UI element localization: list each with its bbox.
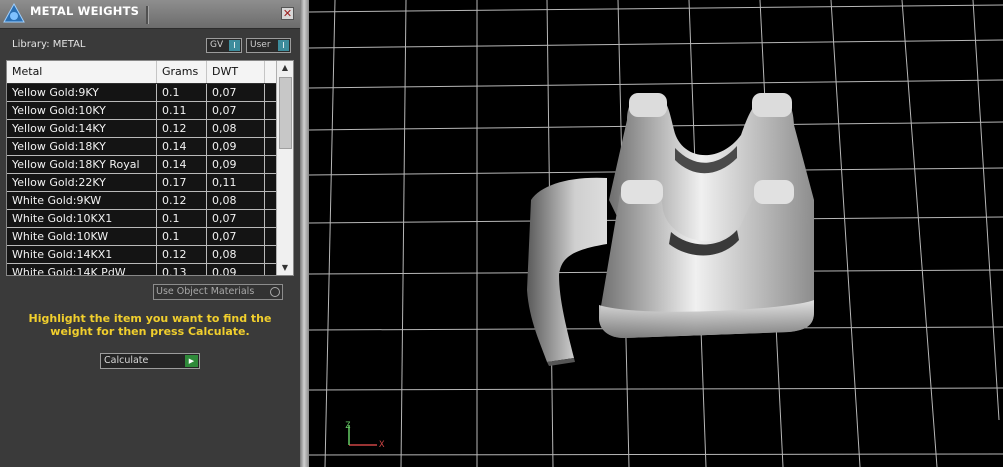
axis-x-label: X xyxy=(379,440,385,450)
cell-dwt: 0,07 xyxy=(207,102,265,119)
cell-dwt: 0,09 xyxy=(207,264,265,275)
cell-grams: 0.12 xyxy=(157,192,207,209)
cell-dwt: 0,08 xyxy=(207,192,265,209)
metal-part-model[interactable] xyxy=(527,93,814,366)
table-row[interactable]: White Gold:9KW 0.12 0,08 xyxy=(7,192,277,210)
cell-grams: 0.1 xyxy=(157,84,207,101)
cell-metal: White Gold:14K PdW xyxy=(7,264,157,275)
cell-grams: 0.13 xyxy=(157,264,207,275)
panel-title: METAL WEIGHTS xyxy=(30,4,140,18)
instruction-text: Highlight the item you want to find the … xyxy=(28,312,272,338)
table-scrollbar[interactable]: ▲ ▼ xyxy=(276,61,293,275)
table-row[interactable]: Yellow Gold:9KY 0.1 0,07 xyxy=(7,84,277,102)
cell-grams: 0.12 xyxy=(157,120,207,137)
cell-dwt: 0,07 xyxy=(207,228,265,245)
library-label: Library: METAL xyxy=(12,39,86,50)
close-button[interactable]: ✕ xyxy=(281,7,294,20)
app-logo-icon xyxy=(3,2,25,23)
table-row[interactable]: Yellow Gold:22KY 0.17 0,11 xyxy=(7,174,277,192)
table-row[interactable]: White Gold:14K PdW 0.13 0,09 xyxy=(7,264,277,275)
cell-metal: White Gold:14KX1 xyxy=(7,246,157,263)
table-row[interactable]: Yellow Gold:18KY Royal 0.14 0,09 xyxy=(7,156,277,174)
cell-grams: 0.11 xyxy=(157,102,207,119)
cell-dwt: 0,08 xyxy=(207,120,265,137)
metal-weights-panel: METAL WEIGHTS ✕ Library: METAL GV I User… xyxy=(0,0,300,467)
cell-dwt: 0,09 xyxy=(207,156,265,173)
user-toggle[interactable]: User I xyxy=(246,38,291,53)
gv-toggle-label: GV xyxy=(210,40,224,50)
radio-icon[interactable] xyxy=(270,287,280,297)
cell-dwt: 0,07 xyxy=(207,84,265,101)
cell-grams: 0.14 xyxy=(157,156,207,173)
cell-dwt: 0,11 xyxy=(207,174,265,191)
title-separator xyxy=(146,6,149,24)
table-row[interactable]: Yellow Gold:10KY 0.11 0,07 xyxy=(7,102,277,120)
cell-grams: 0.12 xyxy=(157,246,207,263)
play-arrow-icon: ▶ xyxy=(185,355,198,367)
panel-splitter[interactable] xyxy=(300,0,309,467)
cell-grams: 0.17 xyxy=(157,174,207,191)
table-row[interactable]: Yellow Gold:18KY 0.14 0,09 xyxy=(7,138,277,156)
viewport-canvas xyxy=(309,0,1003,467)
cell-dwt: 0,07 xyxy=(207,210,265,227)
column-header-dwt[interactable]: DWT xyxy=(207,61,265,83)
table-row[interactable]: White Gold:14KX1 0.12 0,08 xyxy=(7,246,277,264)
table-header: Metal Grams DWT xyxy=(7,61,277,83)
table-body: Yellow Gold:9KY 0.1 0,07 Yellow Gold:10KY 0.… xyxy=(7,84,277,275)
cell-dwt: 0,09 xyxy=(207,138,265,155)
scroll-up-icon[interactable]: ▲ xyxy=(277,61,293,75)
cell-metal: White Gold:10KX1 xyxy=(7,210,157,227)
column-header-metal[interactable]: Metal xyxy=(7,61,157,83)
scrollbar-thumb[interactable] xyxy=(279,77,292,149)
table-row[interactable]: Yellow Gold:14KY 0.12 0,08 xyxy=(7,120,277,138)
calculate-button[interactable]: Calculate ▶ xyxy=(100,353,200,369)
table-row[interactable]: White Gold:10KW 0.1 0,07 xyxy=(7,228,277,246)
cell-grams: 0.1 xyxy=(157,210,207,227)
cell-metal: Yellow Gold:9KY xyxy=(7,84,157,101)
table-row[interactable]: White Gold:10KX1 0.1 0,07 xyxy=(7,210,277,228)
panel-titlebar[interactable]: METAL WEIGHTS ✕ xyxy=(0,0,300,29)
cell-metal: Yellow Gold:18KY Royal xyxy=(7,156,157,173)
cell-metal: White Gold:10KW xyxy=(7,228,157,245)
gv-toggle[interactable]: GV I xyxy=(206,38,242,53)
gv-toggle-knob: I xyxy=(229,40,240,51)
column-header-grams[interactable]: Grams xyxy=(157,61,207,83)
cell-metal: Yellow Gold:18KY xyxy=(7,138,157,155)
axis-gizmo xyxy=(348,425,377,446)
user-toggle-label: User xyxy=(250,40,271,50)
3d-viewport[interactable]: X Z xyxy=(309,0,1003,467)
cell-metal: Yellow Gold:22KY xyxy=(7,174,157,191)
axis-z-label: Z xyxy=(345,421,351,431)
cell-metal: White Gold:9KW xyxy=(7,192,157,209)
cell-metal: Yellow Gold:14KY xyxy=(7,120,157,137)
calculate-label: Calculate xyxy=(104,355,149,366)
user-toggle-knob: I xyxy=(278,40,289,51)
cell-dwt: 0,08 xyxy=(207,246,265,263)
scroll-down-icon[interactable]: ▼ xyxy=(277,261,293,275)
cell-metal: Yellow Gold:10KY xyxy=(7,102,157,119)
cell-grams: 0.1 xyxy=(157,228,207,245)
use-object-materials-label: Use Object Materials xyxy=(156,286,255,297)
cell-grams: 0.14 xyxy=(157,138,207,155)
metal-table: Metal Grams DWT Yellow Gold:9KY 0.1 0,07 Ye… xyxy=(6,60,294,276)
use-object-materials-option[interactable]: Use Object Materials xyxy=(153,284,283,300)
